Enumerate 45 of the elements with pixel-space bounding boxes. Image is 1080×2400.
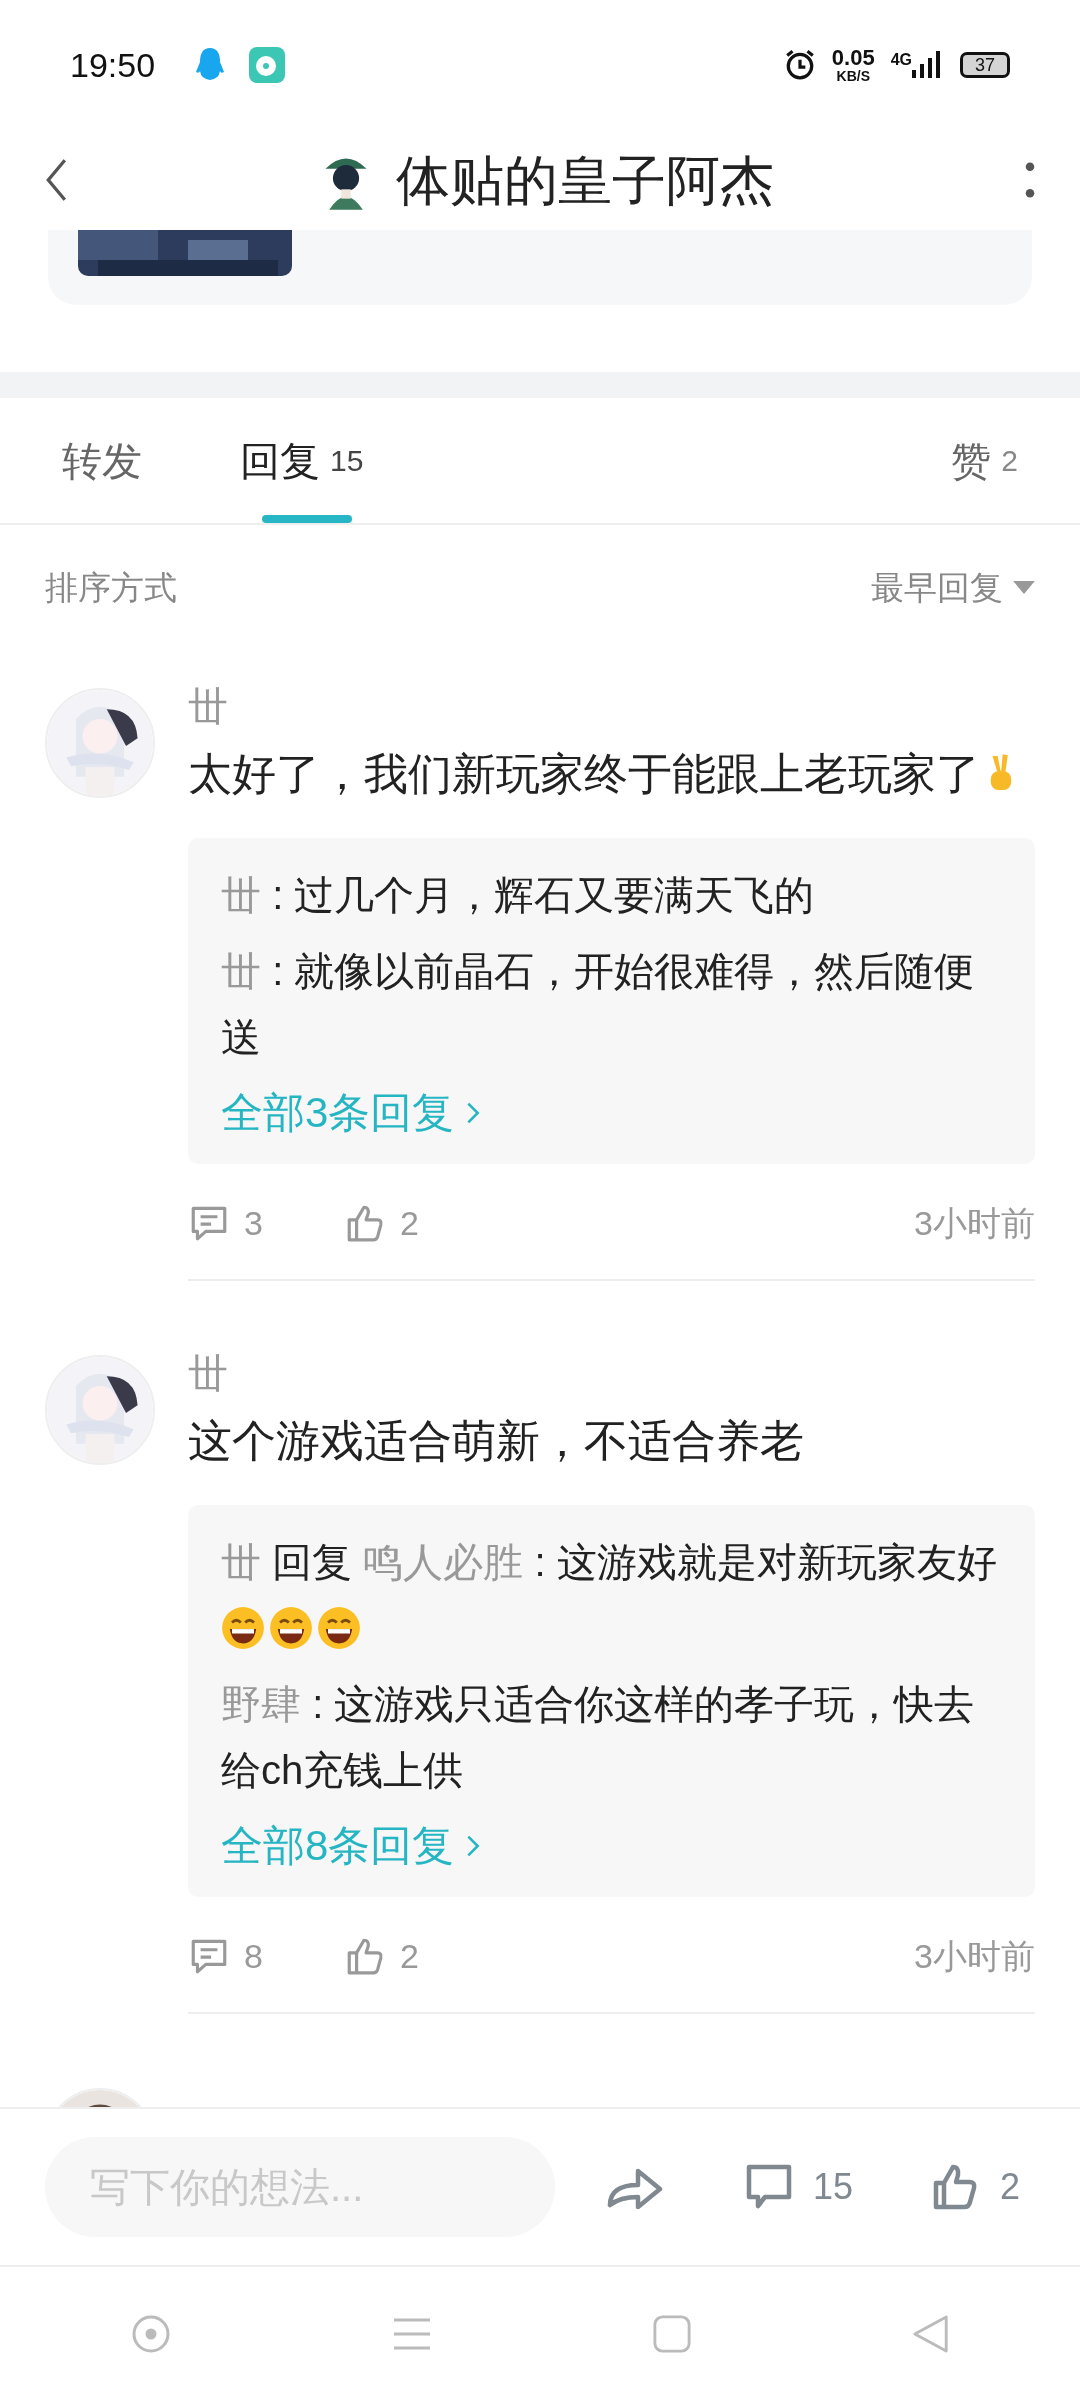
signal-icon	[912, 50, 942, 80]
back-icon[interactable]	[45, 158, 67, 202]
tab[interactable]: 赞 2	[951, 398, 1018, 523]
comment-count: 15	[813, 2165, 854, 2209]
network-type: 4G	[890, 50, 912, 70]
like-count: 2	[999, 2165, 1020, 2209]
page-title: 体贴的皇子阿杰	[396, 148, 774, 212]
reply-count: 3	[244, 1202, 264, 1244]
music-app-icon[interactable]	[249, 47, 286, 83]
username[interactable]: 丗	[188, 686, 1035, 726]
network-speed: 0.05	[831, 47, 875, 69]
alarm-icon	[783, 49, 816, 81]
comment-time: 3小时前	[914, 1202, 1035, 1244]
comment-time: 3小时前	[914, 1935, 1035, 1977]
chevron-right-icon	[466, 1101, 481, 1125]
comment-text: 太好了，我们新玩家终于能跟上老玩家了	[188, 744, 1035, 804]
home-icon[interactable]	[652, 2314, 691, 2353]
all-replies-link[interactable]: 全部3条回复	[221, 1080, 481, 1146]
battery-level: 37	[975, 56, 995, 74]
reply-text: 丗 回复 鸣人必胜 : 这游戏就是对新玩家友好	[221, 1529, 1002, 1661]
penguin-icon[interactable]	[195, 47, 226, 83]
all-replies-link[interactable]: 全部8条回复	[221, 1813, 481, 1879]
username[interactable]: 丗	[188, 1353, 1035, 1393]
like-count: 2	[400, 1935, 419, 1977]
clock: 19:50	[70, 44, 156, 86]
caret-icon	[1013, 581, 1035, 594]
grinning-face-icon	[317, 1606, 361, 1650]
tab[interactable]: 回复 15	[240, 398, 364, 523]
sort-label: 排序方式	[45, 568, 177, 608]
reply-text: 丗 : 过几个月，辉石又要满天飞的	[221, 872, 816, 919]
reply-text: 丗 : 就像以前晶石，开始很难得，然后随便送	[221, 948, 976, 1061]
sort-dropdown[interactable]: 最早回复	[871, 561, 1035, 614]
reply-count: 8	[244, 1935, 264, 1977]
menu-icon[interactable]	[391, 2316, 432, 2351]
comment-text: 这个游戏适合萌新，不适合养老	[188, 1415, 805, 1467]
reply-text: 野肆 : 这游戏只适合你这样的孝子玩，快去给ch充钱上供	[221, 1681, 976, 1794]
chevron-right-icon	[466, 1834, 481, 1858]
more-icon[interactable]	[1025, 161, 1035, 199]
assistant-icon[interactable]	[130, 2313, 171, 2354]
comment-icon[interactable]	[745, 2163, 793, 2211]
network-speed-unit: KB/S	[836, 69, 870, 83]
like-count: 2	[400, 1202, 419, 1244]
tab[interactable]: 转发	[62, 398, 142, 523]
grinning-face-icon	[221, 1606, 265, 1650]
grinning-face-icon	[269, 1606, 313, 1650]
